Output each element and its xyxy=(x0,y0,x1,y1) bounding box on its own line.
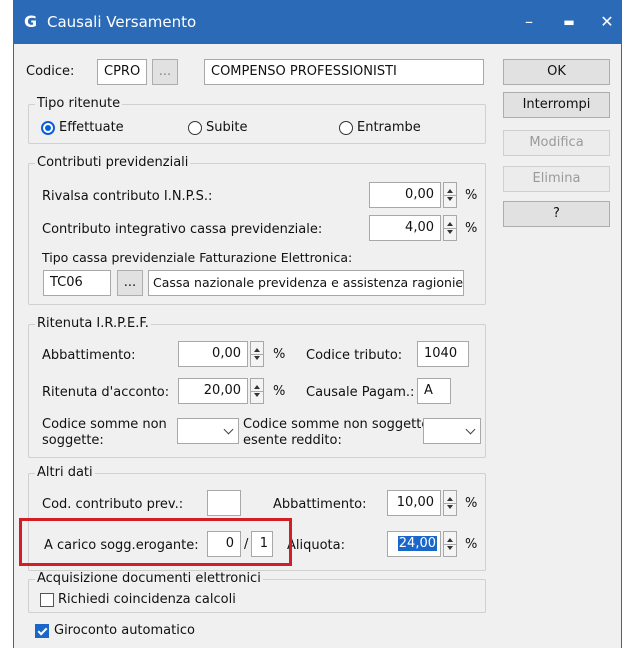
codice-input[interactable]: CPRO xyxy=(97,59,147,85)
causale-pagam-label: Causale Pagam.: xyxy=(306,385,415,400)
window-title: Causali Versamento xyxy=(47,13,197,31)
radio-subite[interactable] xyxy=(188,121,202,135)
rivalsa-input[interactable]: 0,00 xyxy=(369,182,441,208)
codice-lookup-button[interactable]: ... xyxy=(152,59,178,85)
altri-abbattimento-label: Abbattimento: xyxy=(273,497,367,512)
integrativo-percent: % xyxy=(465,221,478,236)
cod-contributo-input[interactable] xyxy=(207,490,241,516)
integrativo-spinner[interactable] xyxy=(443,215,457,241)
irpef-abbattimento-spinner[interactable] xyxy=(250,341,264,367)
tipo-cassa-label: Tipo cassa previdenziale Fatturazione El… xyxy=(42,250,353,265)
altri-abbattimento-percent: % xyxy=(465,496,478,511)
codice-tributo-input[interactable]: 1040 xyxy=(417,341,469,367)
richiedi-label: Richiedi coincidenza calcoli xyxy=(58,592,236,607)
tipo-cassa-code-input[interactable]: TC06 xyxy=(43,270,111,296)
radio-subite-label: Subite xyxy=(206,120,248,135)
irpef-abbattimento-input[interactable]: 0,00 xyxy=(178,341,248,367)
ritenuta-acconto-label: Ritenuta d'acconto: xyxy=(42,385,170,400)
ritenuta-acconto-spinner[interactable] xyxy=(250,378,264,404)
non-soggette-select[interactable] xyxy=(177,418,239,444)
description-input[interactable]: COMPENSO PROFESSIONISTI xyxy=(204,59,484,85)
help-button[interactable]: ? xyxy=(503,201,610,227)
minimize-button[interactable]: – xyxy=(509,0,549,44)
modifica-button[interactable]: Modifica xyxy=(503,130,610,156)
causale-pagam-input[interactable]: A xyxy=(417,378,451,404)
aliquota-input[interactable]: 24,00 xyxy=(387,531,441,557)
rivalsa-percent: % xyxy=(465,188,478,203)
richiedi-checkbox[interactable] xyxy=(40,593,54,607)
tipo-ritenute-title: Tipo ritenute xyxy=(35,96,123,111)
radio-entrambe-label: Entrambe xyxy=(357,120,421,135)
aliquota-value: 24,00 xyxy=(397,536,437,551)
app-logo-icon: G xyxy=(24,12,37,31)
radio-entrambe[interactable] xyxy=(339,121,353,135)
irpef-abbattimento-label: Abbattimento: xyxy=(42,348,136,363)
giroconto-checkbox[interactable] xyxy=(35,624,49,638)
altri-abbattimento-spinner[interactable] xyxy=(443,490,457,516)
giroconto-label: Giroconto automatico xyxy=(54,623,195,638)
altri-dati-title: Altri dati xyxy=(35,465,95,480)
aliquota-label: Aliquota: xyxy=(287,538,346,553)
chevron-down-icon xyxy=(465,424,476,435)
integrativo-input[interactable]: 4,00 xyxy=(369,215,441,241)
chevron-down-icon xyxy=(223,424,234,435)
ritenuta-acconto-input[interactable]: 20,00 xyxy=(178,378,248,404)
cod-contributo-label: Cod. contributo prev.: xyxy=(42,497,184,512)
irpef-title: Ritenuta I.R.P.E.F. xyxy=(35,316,151,331)
dialog-window: G Causali Versamento – ▬ ✕ Codice: CPRO … xyxy=(13,0,622,648)
altri-abbattimento-input[interactable]: 10,00 xyxy=(387,490,441,516)
irpef-abbattimento-percent: % xyxy=(273,347,286,362)
esente-label-1: Codice somme non soggette xyxy=(243,417,430,432)
highlight-box xyxy=(19,518,292,566)
esente-select[interactable] xyxy=(423,418,481,444)
rivalsa-spinner[interactable] xyxy=(443,182,457,208)
codice-tributo-label: Codice tributo: xyxy=(306,348,403,363)
aliquota-spinner[interactable] xyxy=(443,531,457,557)
acquisizione-title: Acquisizione documenti elettronici xyxy=(35,571,263,586)
codice-label: Codice: xyxy=(26,64,75,79)
ritenuta-acconto-percent: % xyxy=(273,384,286,399)
radio-effettuate[interactable] xyxy=(41,121,55,135)
integrativo-label: Contributo integrativo cassa previdenzia… xyxy=(42,222,323,237)
elimina-button[interactable]: Elimina xyxy=(503,166,610,192)
esente-label-2: esente reddito: xyxy=(243,433,342,448)
tipo-cassa-lookup-button[interactable]: ... xyxy=(117,270,143,296)
maximize-button[interactable]: ▬ xyxy=(549,0,589,44)
tipo-cassa-desc-input[interactable]: Cassa nazionale previdenza e assistenza … xyxy=(148,270,464,296)
contributi-title: Contributi previdenziali xyxy=(35,155,191,170)
radio-effettuate-label: Effettuate xyxy=(59,120,124,135)
aliquota-percent: % xyxy=(465,537,478,552)
title-bar[interactable]: G Causali Versamento – ▬ ✕ xyxy=(14,0,621,44)
non-soggette-label-2: soggette: xyxy=(42,433,104,448)
rivalsa-label: Rivalsa contributo I.N.P.S.: xyxy=(42,189,213,204)
close-button[interactable]: ✕ xyxy=(587,0,622,44)
ok-button[interactable]: OK xyxy=(503,59,610,85)
interrompi-button[interactable]: Interrompi xyxy=(503,92,610,118)
non-soggette-label-1: Codice somme non xyxy=(42,417,167,432)
